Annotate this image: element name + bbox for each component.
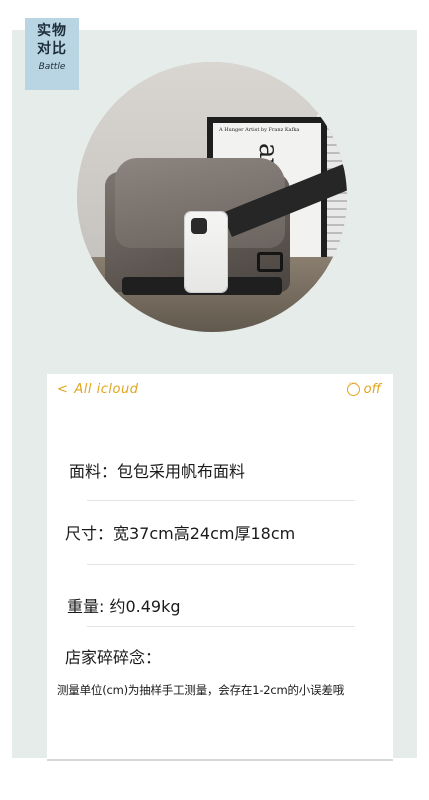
size-text: 尺寸：宽37cm高24cm厚18cm (65, 524, 296, 543)
tag-line-2: 对比 (37, 41, 67, 57)
notes-card: < All icloud off 面料：包包采用帆布面料 尺寸：宽37cm高24c… (47, 374, 393, 761)
tag-line-1: 实物 (37, 23, 67, 39)
divider (87, 626, 355, 627)
more-menu-label: off (363, 382, 381, 397)
divider (87, 500, 355, 501)
bag-buckle (257, 252, 283, 272)
more-menu[interactable]: off (346, 379, 381, 397)
back-link[interactable]: < All icloud (57, 382, 138, 397)
phone-icon (185, 212, 227, 292)
disclaimer-text: 测量单位(cm)为抽样手工测量，会存在1-2cm的小误差哦 (57, 683, 345, 697)
camera-icon (191, 218, 207, 234)
tag-subtitle: Battle (38, 62, 66, 72)
chevron-left-icon: < (57, 382, 69, 397)
material-text: 面料：包包采用帆布面料 (69, 462, 246, 481)
more-icon (346, 379, 360, 396)
poster-title: A Hunger Artist by Franz Kafka (219, 127, 300, 133)
shop-notes-title: 店家碎碎念： (65, 648, 162, 667)
back-link-label: All icloud (74, 382, 139, 397)
comparison-tag: 实物 对比 Battle (25, 18, 79, 90)
weight-text: 重量: 约0.49kg (67, 597, 181, 616)
divider (87, 564, 355, 565)
product-photo: A Hunger Artist by Franz Kafka avec moi (77, 62, 347, 332)
